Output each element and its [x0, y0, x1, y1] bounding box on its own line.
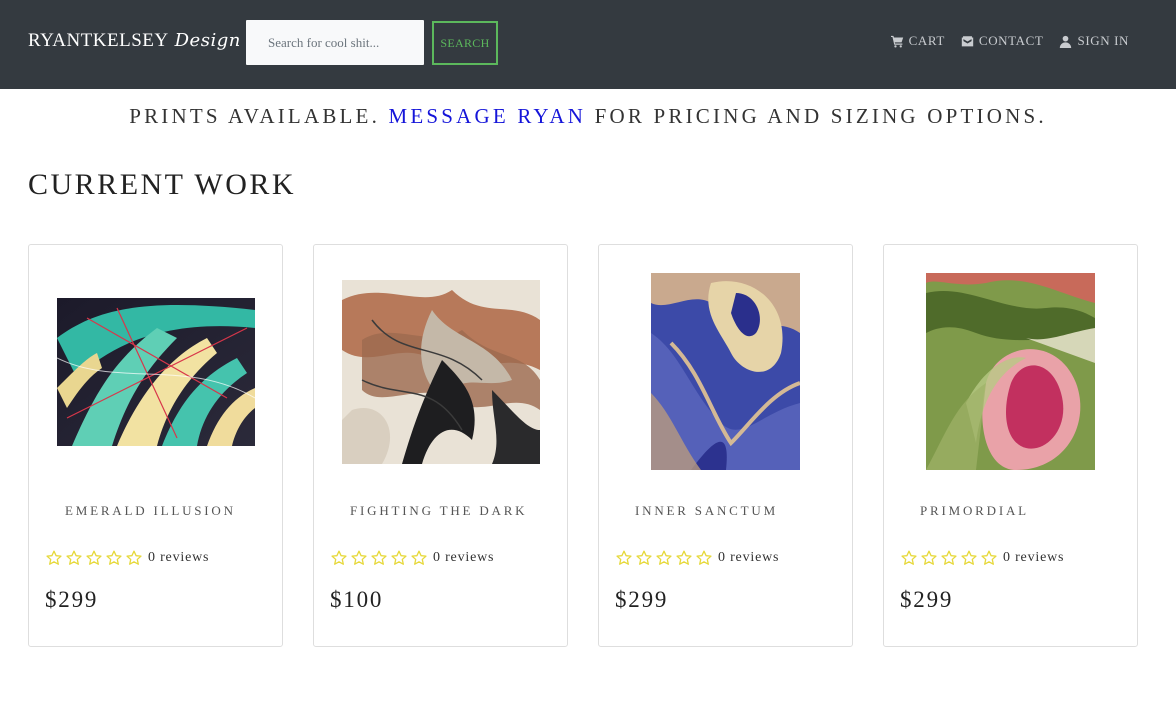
star-icon	[66, 550, 82, 565]
star-rating: 0 reviews	[901, 550, 1064, 566]
star-icon	[46, 550, 62, 565]
brand-logo[interactable]: RYANTKELSEY Design	[28, 30, 241, 52]
star-icon	[656, 550, 672, 565]
product-price: $299	[900, 587, 954, 612]
product-card: FIGHTING THE DARK 0 reviews $100	[313, 244, 568, 647]
nav-cart-link[interactable]: CART	[890, 33, 945, 49]
product-image[interactable]	[926, 273, 1095, 470]
star-icon	[616, 550, 632, 565]
product-price: $299	[45, 587, 99, 612]
star-icon	[696, 550, 712, 565]
reviews-link[interactable]: 0 reviews	[433, 550, 494, 566]
cart-icon	[890, 35, 903, 48]
product-title[interactable]: INNER SANCTUM	[635, 503, 778, 519]
star-icon	[676, 550, 692, 565]
banner-text-before: PRINTS AVAILABLE.	[129, 104, 389, 128]
reviews-link[interactable]: 0 reviews	[1003, 550, 1064, 566]
reviews-link[interactable]: 0 reviews	[718, 550, 779, 566]
nav-links: CART CONTACT SIGN IN	[890, 33, 1129, 49]
star-rating: 0 reviews	[616, 550, 779, 566]
brand-tagline: Design	[174, 30, 241, 51]
star-icon	[391, 550, 407, 565]
prints-banner: PRINTS AVAILABLE. MESSAGE RYAN FOR PRICI…	[0, 104, 1176, 129]
search-button[interactable]: SEARCH	[432, 21, 498, 65]
star-icon	[86, 550, 102, 565]
product-card: PRIMORDIAL 0 reviews $299	[883, 244, 1138, 647]
user-icon	[1060, 35, 1072, 48]
star-icon	[941, 550, 957, 565]
reviews-link[interactable]: 0 reviews	[148, 550, 209, 566]
star-icon	[126, 550, 142, 565]
star-icon	[961, 550, 977, 565]
section-title: CURRENT WORK	[28, 168, 297, 201]
product-card: EMERALD ILLUSION 0 reviews $299	[28, 244, 283, 647]
product-image[interactable]	[57, 298, 255, 446]
search-input[interactable]	[246, 20, 424, 65]
star-rating: 0 reviews	[46, 550, 209, 566]
product-image[interactable]	[651, 273, 800, 470]
product-title[interactable]: EMERALD ILLUSION	[65, 503, 236, 519]
star-icon	[411, 550, 427, 565]
product-image[interactable]	[342, 280, 540, 464]
nav-signin-link[interactable]: SIGN IN	[1059, 33, 1129, 49]
nav-cart-label: CART	[908, 33, 945, 48]
nav-signin-label: SIGN IN	[1077, 33, 1129, 48]
star-icon	[981, 550, 997, 565]
product-price: $100	[330, 587, 384, 612]
star-icon	[106, 550, 122, 565]
envelope-icon	[961, 35, 974, 46]
nav-contact-link[interactable]: CONTACT	[961, 33, 1044, 49]
banner-text-after: FOR PRICING AND SIZING OPTIONS.	[586, 104, 1047, 128]
star-icon	[331, 550, 347, 565]
star-icon	[371, 550, 387, 565]
product-card: INNER SANCTUM 0 reviews $299	[598, 244, 853, 647]
product-price: $299	[615, 587, 669, 612]
star-icon	[901, 550, 917, 565]
navbar: RYANTKELSEYDesign SEARCH CART CONTACT SI…	[0, 0, 1176, 89]
product-title[interactable]: PRIMORDIAL	[920, 503, 1029, 519]
brand-name: RYANTKELSEY	[28, 30, 169, 51]
star-icon	[921, 550, 937, 565]
star-icon	[636, 550, 652, 565]
message-ryan-link[interactable]: MESSAGE RYAN	[388, 104, 586, 128]
nav-contact-label: CONTACT	[978, 33, 1044, 48]
star-icon	[351, 550, 367, 565]
star-rating: 0 reviews	[331, 550, 494, 566]
product-title[interactable]: FIGHTING THE DARK	[350, 503, 527, 519]
